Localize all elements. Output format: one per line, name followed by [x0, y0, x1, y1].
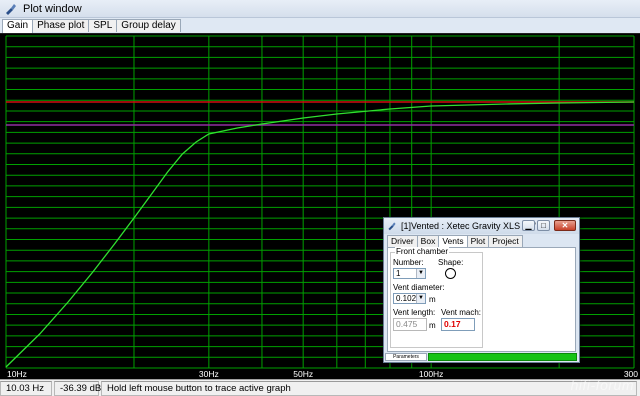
tab-gain[interactable]: Gain	[2, 19, 34, 33]
vents-panel: Front chamber Number: Shape: 1 ▼ Vent di…	[387, 247, 576, 352]
status-progress-bar	[428, 353, 577, 361]
tab-plot[interactable]: Plot	[466, 235, 490, 247]
dialog-footer: Parameters	[384, 352, 579, 362]
speaker-tool-icon	[388, 222, 396, 231]
plot-window: Plot window Gain Phase plot SPL Group de…	[0, 0, 640, 396]
vent-diameter-select[interactable]: 0.102 ▼	[393, 293, 426, 304]
tab-group-delay[interactable]: Group delay	[116, 19, 181, 32]
vent-length-field: 0.475	[393, 318, 427, 331]
maximize-button[interactable]: □	[537, 220, 550, 231]
window-title: Plot window	[23, 2, 82, 15]
tab-box[interactable]: Box	[416, 235, 440, 247]
status-message: Hold left mouse button to trace active g…	[101, 380, 637, 396]
chevron-down-icon: ▼	[416, 269, 425, 278]
plot-tabs: Gain Phase plot SPL Group delay	[2, 19, 181, 33]
close-button[interactable]: ✕	[554, 220, 576, 231]
status-frequency: 10.03 Hz	[0, 380, 52, 396]
vent-number-value: 1	[396, 269, 401, 278]
status-level: -36.39 dB	[54, 380, 101, 396]
vent-length-label: Vent length:	[393, 308, 436, 317]
vent-number-select[interactable]: 1 ▼	[393, 268, 426, 279]
vent-length-unit: m	[429, 321, 436, 330]
vent-diameter-value: 0.102	[396, 294, 417, 303]
front-chamber-label: Front chamber	[395, 247, 450, 256]
vent-diameter-unit: m	[429, 295, 436, 304]
round-shape-icon[interactable]	[445, 268, 456, 279]
tab-driver[interactable]: Driver	[387, 235, 418, 247]
watermark: hifi-forum	[570, 377, 634, 393]
x-axis-label: 100Hz	[419, 369, 444, 379]
speaker-tool-icon	[6, 3, 16, 15]
x-axis-label: 10Hz	[7, 369, 27, 379]
number-label: Number:	[393, 258, 424, 267]
vent-mach-label: Vent mach:	[441, 308, 482, 317]
dialog-title: [1]Vented : Xetec Gravity XLS 12"	[401, 221, 536, 231]
front-chamber-group: Front chamber Number: Shape: 1 ▼ Vent di…	[390, 247, 483, 348]
tab-vents[interactable]: Vents	[438, 235, 468, 247]
vented-box-dialog: [1]Vented : Xetec Gravity XLS 12" ▁ □ ✕ …	[383, 217, 580, 363]
shape-label: Shape:	[438, 258, 464, 267]
dialog-tabs: Driver Box Vents Plot Project	[387, 235, 523, 247]
vent-mach-field: 0.17	[441, 318, 475, 331]
x-axis-label: 30Hz	[199, 369, 219, 379]
parameters-tab[interactable]: Parameters	[385, 353, 427, 361]
dialog-title-bar[interactable]: [1]Vented : Xetec Gravity XLS 12" ▁ □ ✕	[384, 218, 579, 234]
chevron-down-icon: ▼	[416, 294, 425, 303]
title-bar: Plot window	[0, 0, 640, 18]
tab-phase-plot[interactable]: Phase plot	[32, 19, 90, 32]
vent-diameter-label: Vent diameter:	[393, 283, 445, 292]
tab-spl[interactable]: SPL	[88, 19, 118, 32]
minimize-button[interactable]: ▁	[522, 220, 535, 231]
x-axis-label: 50Hz	[293, 369, 313, 379]
tab-project[interactable]: Project	[488, 235, 523, 247]
status-bar: 10.03 Hz -36.39 dB Hold left mouse butto…	[0, 379, 640, 396]
